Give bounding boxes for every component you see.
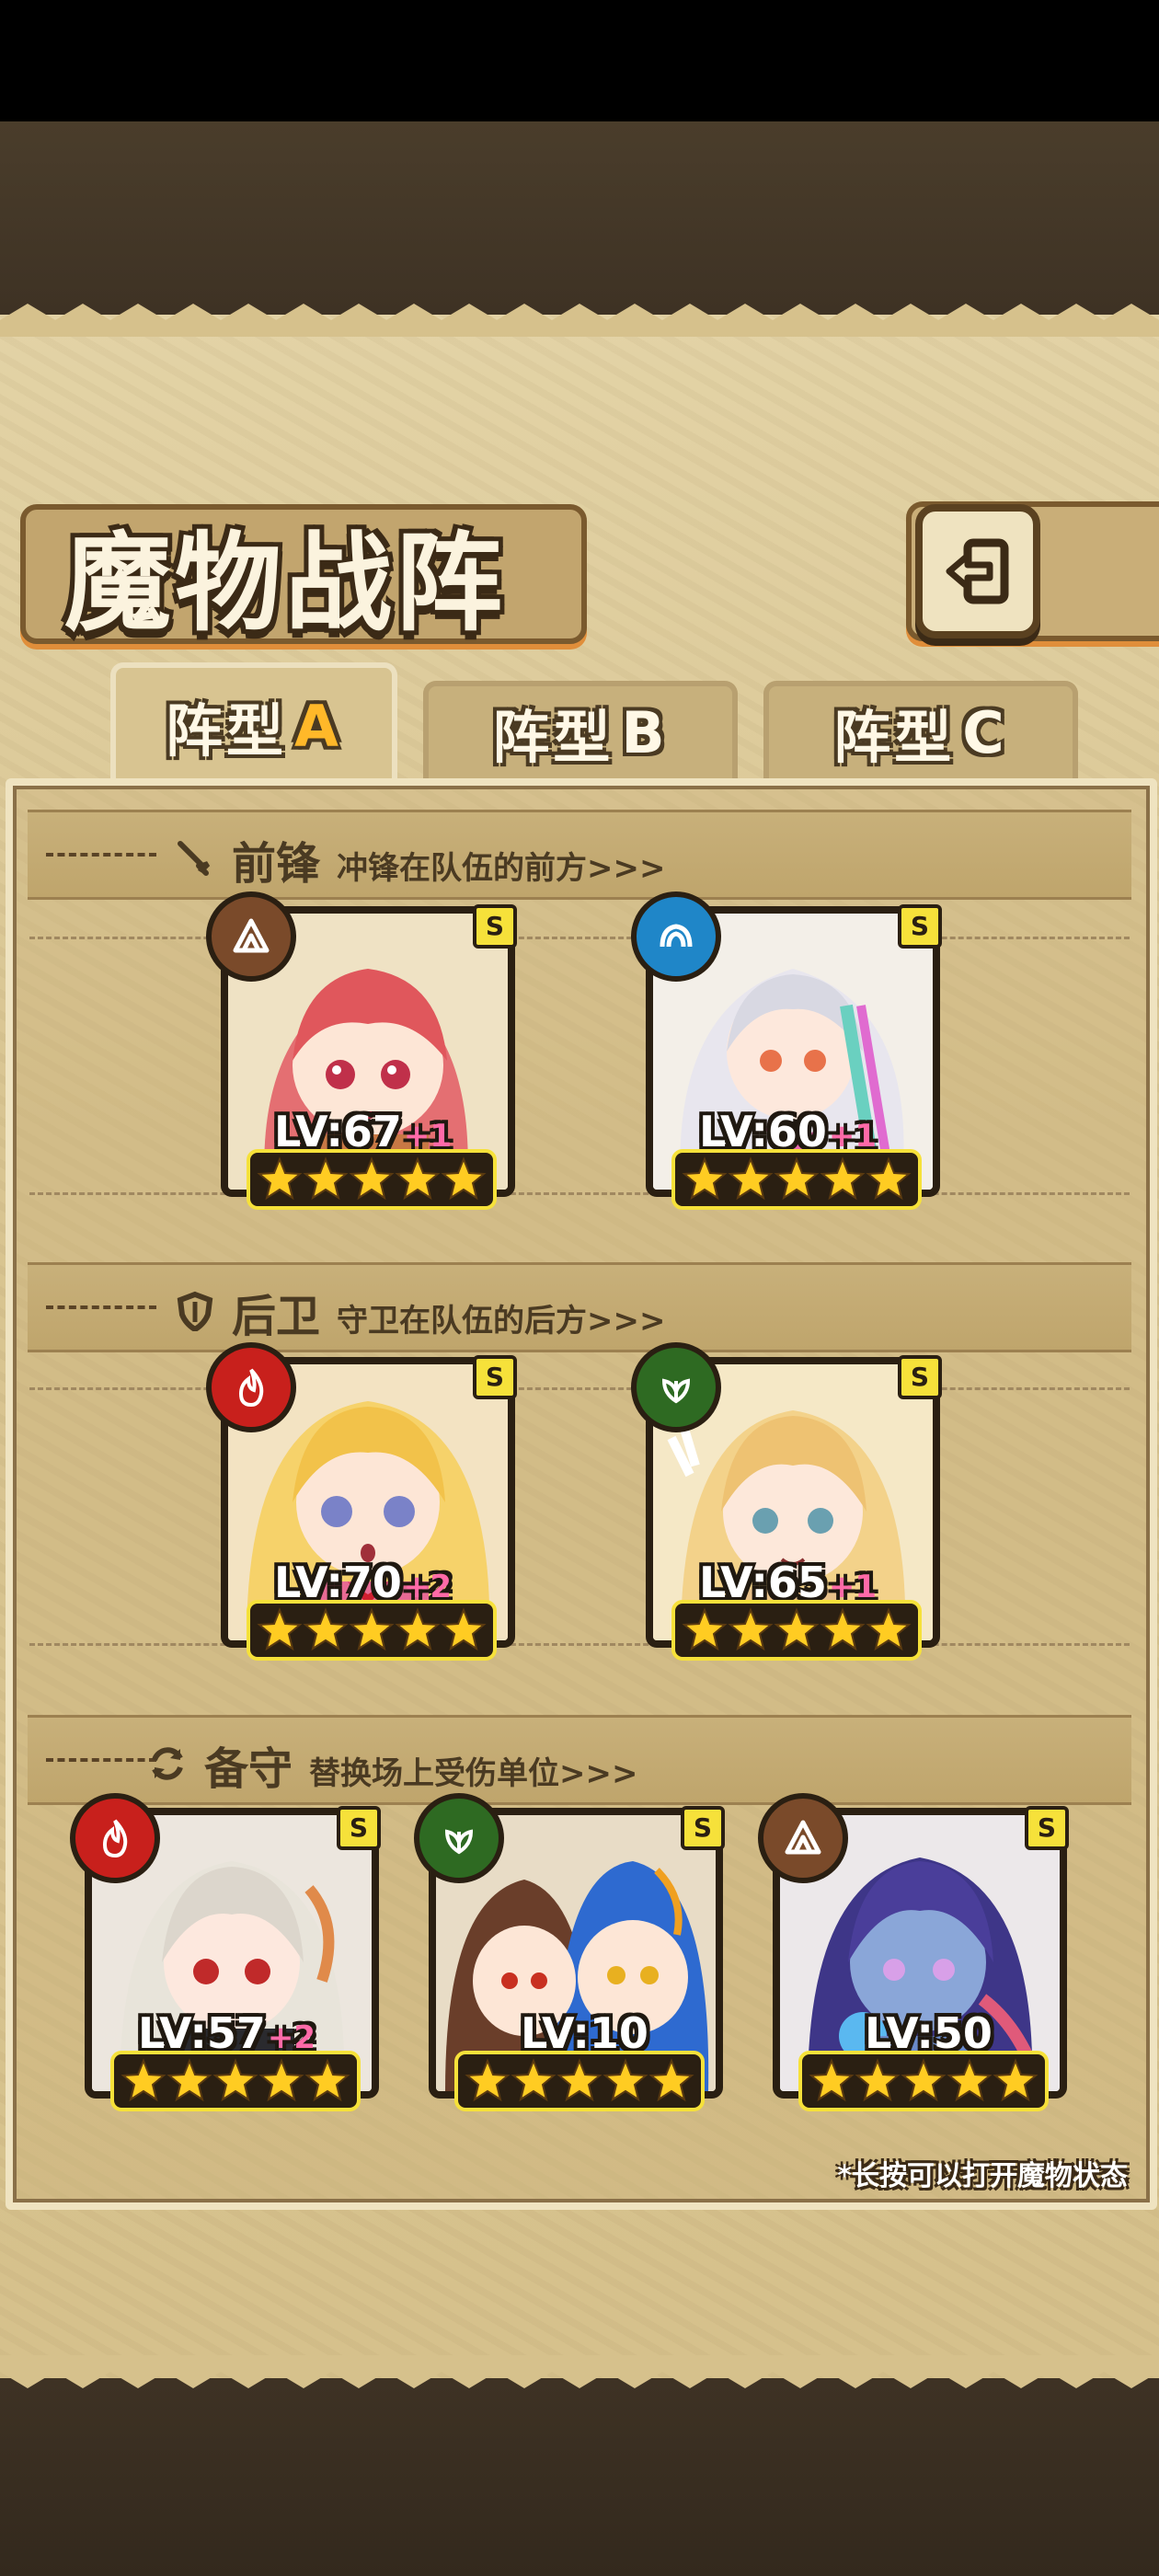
star-icon bbox=[441, 1156, 487, 1201]
tab-suffix: C bbox=[962, 698, 1008, 766]
monster-card-reserve-1[interactable]: S LV:57+2 bbox=[70, 1793, 381, 2111]
return-arrow-icon bbox=[946, 538, 1009, 604]
water-element-icon bbox=[631, 891, 721, 982]
star-icon bbox=[820, 1607, 866, 1651]
row-guide bbox=[29, 1387, 1130, 1390]
rank-badge: S bbox=[898, 1355, 942, 1399]
star-rating bbox=[247, 1600, 497, 1661]
row-guide bbox=[29, 937, 1130, 939]
star-rating bbox=[671, 1600, 922, 1661]
star-rating bbox=[247, 1149, 497, 1210]
front-section-header: 前锋 冲锋在队伍的前方>>> bbox=[28, 810, 1131, 900]
page-title: 魔物战阵 bbox=[64, 522, 506, 646]
rank-badge: S bbox=[681, 1806, 725, 1850]
star-icon bbox=[682, 1607, 728, 1651]
star-rating bbox=[454, 2051, 705, 2111]
star-icon bbox=[166, 2058, 212, 2102]
star-icon bbox=[212, 2058, 258, 2102]
star-icon bbox=[257, 1607, 303, 1651]
long-press-hint: *长按可以打开魔物状态 bbox=[837, 2160, 1128, 2192]
star-rating bbox=[110, 2051, 361, 2111]
star-icon bbox=[774, 1156, 820, 1201]
star-icon bbox=[395, 1607, 441, 1651]
star-icon bbox=[304, 2058, 350, 2102]
tab-label: 阵型 bbox=[833, 704, 956, 771]
star-rating bbox=[671, 1149, 922, 1210]
tab-label: 阵型 bbox=[166, 697, 288, 765]
section-description: 冲锋在队伍的前方>>> bbox=[337, 850, 666, 887]
rank-badge: S bbox=[473, 1355, 517, 1399]
star-icon bbox=[303, 1156, 349, 1201]
fire-element-icon bbox=[70, 1793, 160, 1883]
shield-icon bbox=[177, 1291, 213, 1331]
star-icon bbox=[120, 2058, 166, 2102]
star-icon bbox=[349, 1607, 395, 1651]
star-icon bbox=[728, 1156, 774, 1201]
star-icon bbox=[395, 1156, 441, 1201]
rank-badge: S bbox=[337, 1806, 381, 1850]
star-icon bbox=[866, 1607, 912, 1651]
wind-element-icon bbox=[631, 1342, 721, 1432]
earth-element-icon bbox=[758, 1793, 848, 1883]
tab-formation-b[interactable]: 阵型 B bbox=[423, 681, 738, 778]
star-icon bbox=[257, 1156, 303, 1201]
monster-card-reserve-2[interactable]: S LV:10 bbox=[414, 1793, 725, 2111]
star-icon bbox=[465, 2058, 511, 2102]
section-description: 替换场上受伤单位>>> bbox=[309, 1755, 638, 1792]
tab-label: 阵型 bbox=[492, 704, 614, 771]
panel-top-edge bbox=[0, 304, 1159, 337]
star-icon bbox=[866, 1156, 912, 1201]
status-bar-area bbox=[0, 0, 1159, 121]
cycle-icon bbox=[152, 1747, 183, 1780]
tab-suffix: B bbox=[621, 698, 669, 766]
star-icon bbox=[820, 1156, 866, 1201]
star-icon bbox=[511, 2058, 557, 2102]
wind-element-icon bbox=[414, 1793, 504, 1883]
star-icon bbox=[648, 2058, 694, 2102]
star-icon bbox=[855, 2058, 901, 2102]
star-icon bbox=[901, 2058, 947, 2102]
back-button[interactable] bbox=[915, 504, 1040, 638]
earth-element-icon bbox=[206, 891, 296, 982]
section-title: 备守 bbox=[204, 1743, 293, 1795]
tab-suffix: A bbox=[294, 692, 342, 760]
star-icon bbox=[728, 1607, 774, 1651]
tab-formation-c[interactable]: 阵型 C bbox=[763, 681, 1078, 778]
row-guide bbox=[29, 1643, 1130, 1646]
star-icon bbox=[602, 2058, 648, 2102]
section-title: 前锋 bbox=[232, 838, 321, 890]
section-description: 守卫在队伍的后方>>> bbox=[337, 1303, 666, 1340]
star-icon bbox=[349, 1156, 395, 1201]
rank-badge: S bbox=[473, 904, 517, 949]
monster-card-back-2[interactable]: S LV:65+1 bbox=[631, 1342, 942, 1661]
bottom-map-band bbox=[0, 2378, 1159, 2576]
monster-card-back-1[interactable]: S LV:70+2 bbox=[206, 1342, 517, 1661]
star-icon bbox=[809, 2058, 855, 2102]
star-icon bbox=[947, 2058, 993, 2102]
row-guide bbox=[29, 1192, 1130, 1195]
rank-badge: S bbox=[1025, 1806, 1069, 1850]
star-icon bbox=[774, 1607, 820, 1651]
back-section-header: 后卫 守卫在队伍的后方>>> bbox=[28, 1262, 1131, 1352]
monster-card-front-2[interactable]: S LV:60+1 bbox=[631, 891, 942, 1210]
star-icon bbox=[682, 1156, 728, 1201]
reserve-section-header: 备守 替换场上受伤单位>>> bbox=[28, 1715, 1131, 1805]
monster-card-front-1[interactable]: S LV:67+1 bbox=[206, 891, 517, 1210]
top-map-band bbox=[0, 121, 1159, 315]
monster-card-reserve-3[interactable]: S LV:50 bbox=[758, 1793, 1069, 2111]
panel-bottom-edge bbox=[0, 2355, 1159, 2388]
tab-formation-a[interactable]: 阵型 A bbox=[110, 662, 397, 784]
star-icon bbox=[993, 2058, 1039, 2102]
sword-icon bbox=[178, 841, 211, 876]
star-icon bbox=[441, 1607, 487, 1651]
rank-badge: S bbox=[898, 904, 942, 949]
formation-tabs: 阵型 A 阵型 B 阵型 C bbox=[18, 662, 1141, 784]
fire-element-icon bbox=[206, 1342, 296, 1432]
star-icon bbox=[303, 1607, 349, 1651]
section-title: 后卫 bbox=[232, 1291, 321, 1342]
star-icon bbox=[258, 2058, 304, 2102]
star-icon bbox=[557, 2058, 602, 2102]
star-rating bbox=[798, 2051, 1049, 2111]
